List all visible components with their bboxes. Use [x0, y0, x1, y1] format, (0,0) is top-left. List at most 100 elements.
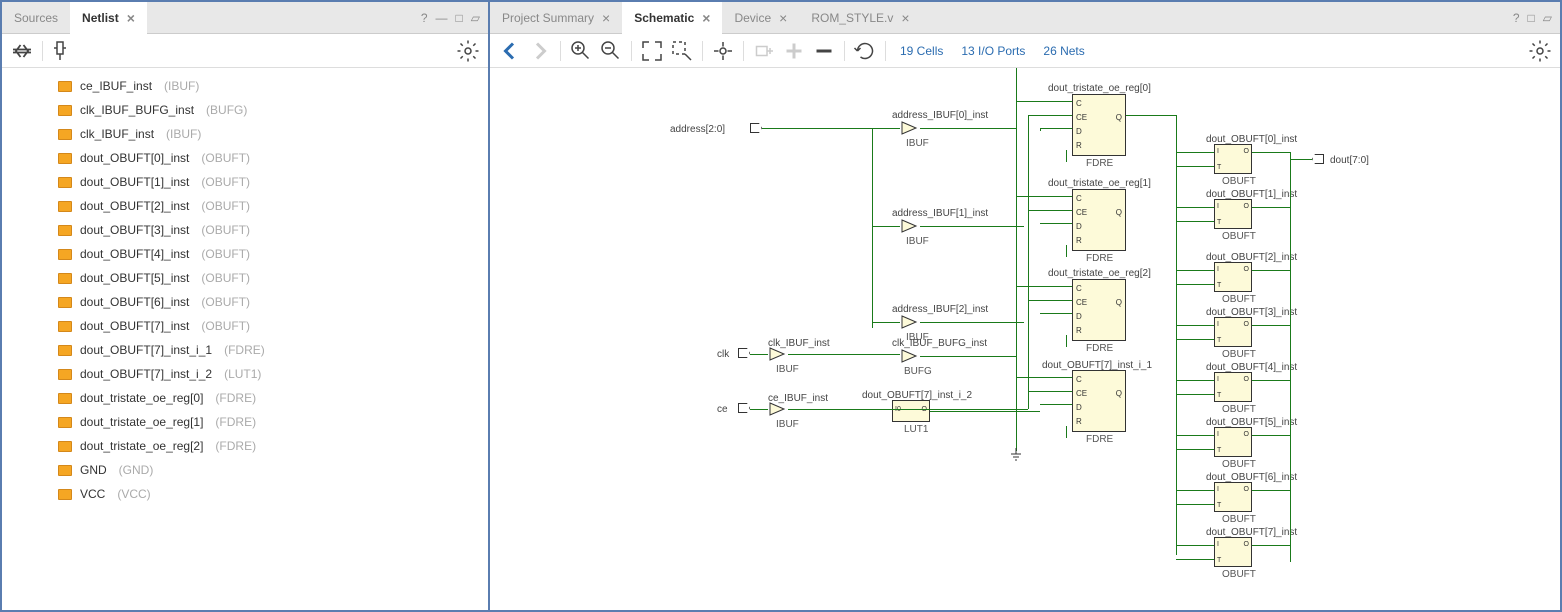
close-icon[interactable]: ×: [602, 10, 610, 26]
close-icon[interactable]: ×: [702, 10, 710, 26]
gear-icon[interactable]: [1528, 39, 1552, 63]
close-icon[interactable]: ×: [779, 10, 787, 26]
fdre-cell[interactable]: CCEDRQ: [1072, 370, 1126, 432]
folder-icon: [58, 321, 72, 332]
maximize-icon[interactable]: □: [456, 11, 463, 25]
tree-item[interactable]: ce_IBUF_inst (IBUF): [58, 74, 488, 98]
wire: [1252, 325, 1290, 326]
reload-icon[interactable]: [853, 39, 877, 63]
help-icon[interactable]: ?: [1513, 11, 1520, 25]
tree-item[interactable]: dout_tristate_oe_reg[1] (FDRE): [58, 410, 488, 434]
cell-label: address[2:0]: [670, 124, 725, 135]
tree-item[interactable]: dout_OBUFT[3]_inst (OBUFT): [58, 218, 488, 242]
tree-item[interactable]: clk_IBUF_inst (IBUF): [58, 122, 488, 146]
tab-schematic[interactable]: Schematic×: [622, 2, 722, 34]
buffer-cell[interactable]: [900, 314, 920, 330]
fdre-cell[interactable]: CCEDRQ: [1072, 189, 1126, 251]
tree-item[interactable]: dout_OBUFT[5]_inst (OBUFT): [58, 266, 488, 290]
add-port-icon[interactable]: [752, 39, 776, 63]
obuft-cell[interactable]: ITO: [1214, 199, 1252, 229]
buffer-cell[interactable]: [900, 218, 920, 234]
tab-project-summary[interactable]: Project Summary×: [490, 2, 622, 34]
tree-item[interactable]: dout_OBUFT[0]_inst (OBUFT): [58, 146, 488, 170]
minus-icon[interactable]: [812, 39, 836, 63]
obuft-cell[interactable]: ITO: [1214, 317, 1252, 347]
tree-item[interactable]: GND (GND): [58, 458, 488, 482]
wire: [750, 409, 768, 410]
restore-icon[interactable]: ▱: [1543, 11, 1552, 25]
pin-icon[interactable]: [51, 39, 75, 63]
wire: [1016, 101, 1072, 102]
fdre-cell[interactable]: CCEDRQ: [1072, 94, 1126, 156]
tab-sources[interactable]: Sources: [2, 2, 70, 34]
collapse-all-icon[interactable]: [10, 39, 34, 63]
tree-item[interactable]: dout_tristate_oe_reg[2] (FDRE): [58, 434, 488, 458]
obuft-cell[interactable]: ITO: [1214, 144, 1252, 174]
tree-item[interactable]: dout_tristate_oe_reg[0] (FDRE): [58, 386, 488, 410]
cell-label: OBUFT: [1222, 459, 1256, 470]
folder-icon: [58, 489, 72, 500]
tree-item[interactable]: dout_OBUFT[1]_inst (OBUFT): [58, 170, 488, 194]
io-ports-link[interactable]: 13 I/O Ports: [955, 44, 1031, 58]
lut-cell[interactable]: I0O: [892, 400, 930, 422]
wire: [1176, 559, 1214, 560]
wire: [1028, 391, 1029, 409]
wire: [1252, 435, 1290, 436]
port-out-icon[interactable]: [1312, 154, 1324, 164]
wire: [788, 354, 900, 355]
port-in-icon[interactable]: [738, 348, 750, 358]
tab-rom-style[interactable]: ROM_STYLE.v×: [799, 2, 921, 34]
wire: [1028, 115, 1029, 405]
folder-icon: [58, 345, 72, 356]
buffer-cell[interactable]: [768, 346, 788, 362]
center-icon[interactable]: [711, 39, 735, 63]
plus-icon[interactable]: [782, 39, 806, 63]
obuft-cell[interactable]: ITO: [1214, 372, 1252, 402]
zoom-select-icon[interactable]: [670, 39, 694, 63]
tree-item[interactable]: dout_OBUFT[7]_inst_i_2 (LUT1): [58, 362, 488, 386]
tree-item[interactable]: clk_IBUF_BUFG_inst (BUFG): [58, 98, 488, 122]
tree-item[interactable]: dout_OBUFT[7]_inst (OBUFT): [58, 314, 488, 338]
buffer-cell[interactable]: [900, 348, 920, 364]
cell-label: dout[7:0]: [1330, 155, 1369, 166]
help-icon[interactable]: ?: [421, 11, 428, 25]
zoom-fit-icon[interactable]: [640, 39, 664, 63]
tree-item[interactable]: dout_OBUFT[4]_inst (OBUFT): [58, 242, 488, 266]
tab-netlist[interactable]: Netlist×: [70, 2, 147, 34]
tree-item[interactable]: VCC (VCC): [58, 482, 488, 506]
obuft-cell[interactable]: ITO: [1214, 262, 1252, 292]
close-icon[interactable]: ×: [127, 10, 135, 26]
zoom-in-icon[interactable]: [569, 39, 593, 63]
cell-label: clk: [717, 349, 729, 360]
tab-device[interactable]: Device×: [722, 2, 799, 34]
cell-label: FDRE: [1086, 158, 1113, 169]
tree-item[interactable]: dout_OBUFT[7]_inst_i_1 (FDRE): [58, 338, 488, 362]
close-icon[interactable]: ×: [901, 10, 909, 26]
zoom-out-icon[interactable]: [599, 39, 623, 63]
port-in-icon[interactable]: [738, 403, 750, 413]
buffer-cell[interactable]: [768, 401, 788, 417]
gear-icon[interactable]: [456, 39, 480, 63]
nets-link[interactable]: 26 Nets: [1037, 44, 1090, 58]
tree-item[interactable]: dout_OBUFT[2]_inst (OBUFT): [58, 194, 488, 218]
maximize-icon[interactable]: □: [1528, 11, 1535, 25]
back-icon[interactable]: [498, 39, 522, 63]
netlist-tree[interactable]: ce_IBUF_inst (IBUF) clk_IBUF_BUFG_inst (…: [2, 68, 488, 610]
cells-link[interactable]: 19 Cells: [894, 44, 949, 58]
schematic-canvas[interactable]: address[2:0]clkceclk_IBUF_instIBUFce_IBU…: [490, 68, 1560, 610]
wire: [920, 356, 1016, 357]
cell-label: FDRE: [1086, 253, 1113, 264]
tree-item[interactable]: dout_OBUFT[6]_inst (OBUFT): [58, 290, 488, 314]
folder-icon: [58, 129, 72, 140]
wire: [1040, 404, 1072, 405]
fdre-cell[interactable]: CCEDRQ: [1072, 279, 1126, 341]
folder-icon: [58, 81, 72, 92]
buffer-cell[interactable]: [900, 120, 920, 136]
minimize-icon[interactable]: —: [436, 11, 448, 25]
obuft-cell[interactable]: ITO: [1214, 537, 1252, 567]
obuft-cell[interactable]: ITO: [1214, 427, 1252, 457]
forward-icon[interactable]: [528, 39, 552, 63]
restore-icon[interactable]: ▱: [471, 11, 480, 25]
obuft-cell[interactable]: ITO: [1214, 482, 1252, 512]
port-in-icon[interactable]: [750, 123, 762, 133]
